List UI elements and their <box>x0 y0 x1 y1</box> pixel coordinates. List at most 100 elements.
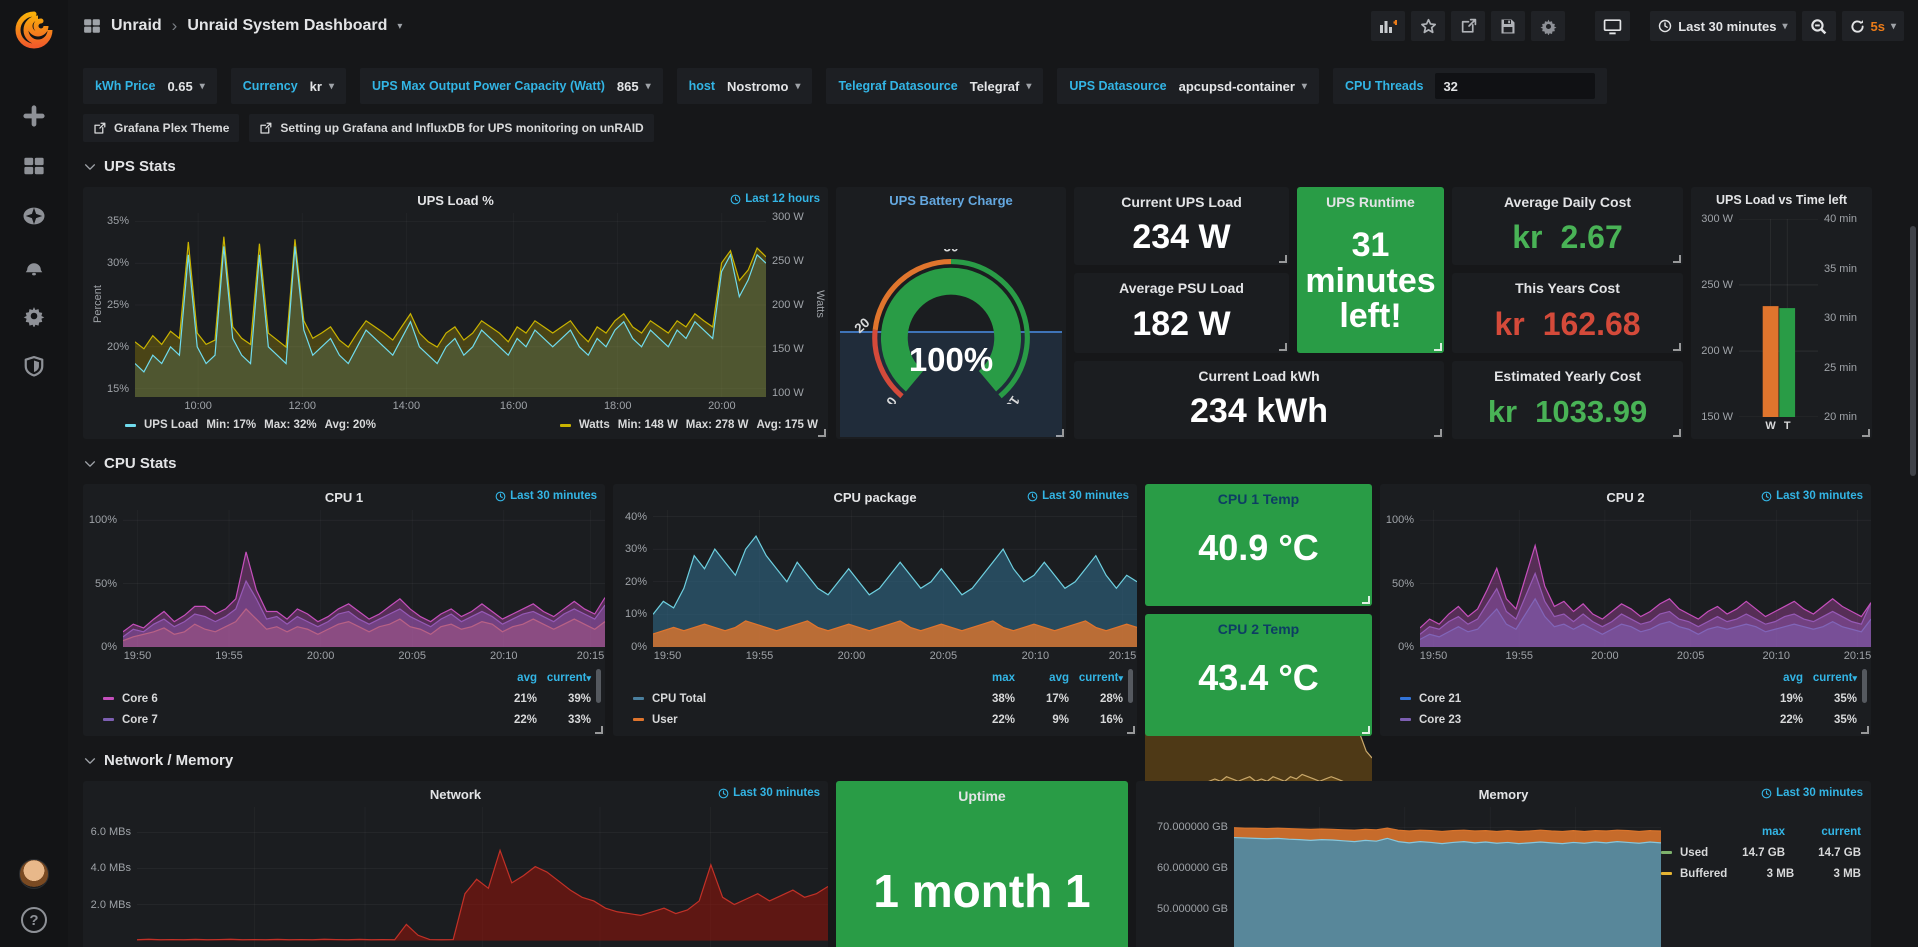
grafana-logo-icon[interactable] <box>12 8 56 52</box>
share-button[interactable] <box>1451 11 1485 41</box>
axis-tick: 20:05 <box>930 650 958 662</box>
axis-tick: 300 W <box>772 211 804 223</box>
panel-time-label[interactable]: Last 30 minutes <box>718 787 820 799</box>
title-caret-icon[interactable] <box>397 21 402 32</box>
panel-current-load-kwh: Current Load kWh 234 kWh <box>1074 361 1444 439</box>
section-ups-stats[interactable]: UPS Stats <box>68 142 1918 183</box>
panel-title[interactable]: Memory <box>1479 787 1529 802</box>
panel-title[interactable]: CPU 2 <box>1606 490 1644 505</box>
chart-area: 6.0 MBs4.0 MBs2.0 MBs <box>83 807 828 947</box>
breadcrumb-app[interactable]: Unraid <box>111 17 162 35</box>
dashboard-title[interactable]: Unraid System Dashboard <box>187 17 387 35</box>
page-scrollbar[interactable] <box>1910 226 1916 476</box>
axis-tick: 60.000000 GB <box>1157 862 1228 874</box>
chevron-down-icon <box>83 754 97 768</box>
panel-title[interactable]: CPU 1 <box>325 490 363 505</box>
panel-title[interactable]: UPS Load vs Time left <box>1716 193 1847 207</box>
axis-tick: 20:00 <box>1591 650 1619 662</box>
axis-tick: 35% <box>107 215 129 227</box>
create-plus-icon[interactable] <box>22 104 46 128</box>
add-panel-button[interactable] <box>1371 11 1405 41</box>
legend-scrollbar[interactable] <box>1862 669 1867 703</box>
axis-tick: 19:50 <box>124 650 152 662</box>
help-icon[interactable]: ? <box>21 907 47 933</box>
panel-time-label[interactable]: Last 30 minutes <box>1027 490 1129 502</box>
panel-title[interactable]: UPS Battery Charge <box>889 193 1013 208</box>
variable-host-value[interactable]: Nostromo <box>727 79 800 94</box>
section-cpu-stats[interactable]: CPU Stats <box>68 439 1918 480</box>
legend-row-core7: Core 7 22%33% <box>103 709 591 730</box>
panel-title[interactable]: CPU package <box>833 490 916 505</box>
zoom-out-button[interactable] <box>1802 11 1836 41</box>
cpu1-legend: avgcurrent Core 6 21%39% Core 7 22%33% <box>83 665 605 736</box>
variable-ups-max-output: UPS Max Output Power Capacity (Watt) 865 <box>360 68 663 104</box>
axis-tick: 100% <box>1386 514 1414 526</box>
stat-value: 1 month 1 <box>873 864 1090 918</box>
panel-time-label[interactable]: Last 30 minutes <box>495 490 597 502</box>
axis-tick: 6.0 MBs4.0 MBs2.0 MBs <box>83 807 137 947</box>
legend-scrollbar[interactable] <box>1128 669 1133 703</box>
cost-stat-column: Average Daily Cost kr2.67 This Years Cos… <box>1452 187 1683 439</box>
legend-row-core6: Core 6 21%39% <box>103 688 591 709</box>
cpu2-chart: 100%50%0%19:5019:5520:0020:0520:1020:15 <box>1380 510 1871 665</box>
link-grafana-plex-theme[interactable]: Grafana Plex Theme <box>83 114 239 142</box>
legend-swatch <box>125 424 136 427</box>
panel-time-label[interactable]: Last 30 minutes <box>1761 787 1863 799</box>
link-label: Setting up Grafana and InfluxDB for UPS … <box>280 121 643 135</box>
y-axis-title-right: Watts <box>814 290 826 318</box>
variable-ups-max-output-value[interactable]: 865 <box>617 79 651 94</box>
variable-currency-value[interactable]: kr <box>310 79 334 94</box>
panel-ups-runtime: UPS Runtime 31 minutes left! <box>1297 187 1444 353</box>
variable-cpu-threads: CPU Threads 32 <box>1333 68 1608 104</box>
axis-tick: 4.0 MBs <box>91 862 131 874</box>
axis-tick: 0% <box>101 641 117 653</box>
time-range-picker[interactable]: Last 30 minutes <box>1650 11 1795 41</box>
cpu-threads-input[interactable]: 32 <box>1435 73 1595 99</box>
panel-average-daily-cost: Average Daily Cost kr2.67 <box>1452 187 1683 265</box>
refresh-picker[interactable]: 5s <box>1842 11 1905 41</box>
variable-telegraf-datasource-value[interactable]: Telegraf <box>970 79 1032 94</box>
user-avatar[interactable] <box>19 859 49 889</box>
save-button[interactable] <box>1491 11 1525 41</box>
server-admin-shield-icon[interactable] <box>22 354 46 378</box>
panel-title[interactable]: UPS Load % <box>417 193 494 208</box>
cycle-view-tv-button[interactable] <box>1595 11 1630 41</box>
alerting-bell-icon[interactable] <box>22 254 46 278</box>
clock-icon <box>1027 491 1038 502</box>
axis-tick: 19:55 <box>1505 650 1533 662</box>
chevron-down-icon <box>83 457 97 471</box>
battery-gauge: 02050100100% <box>836 213 1066 439</box>
axis-tick: 20:05 <box>398 650 426 662</box>
variable-kwh-price-value[interactable]: 0.65 <box>167 79 204 94</box>
axis-tick: 10:00 <box>184 400 212 412</box>
section-network-memory[interactable]: Network / Memory <box>68 736 1918 777</box>
panel-time-label[interactable]: Last 12 hours <box>730 193 820 205</box>
axis-tick: 10:0012:0014:0016:0018:0020:00 <box>135 397 766 415</box>
axis-tick <box>1739 219 1818 417</box>
dashboard-settings-button[interactable] <box>1531 11 1565 41</box>
axis-tick: 30% <box>625 543 647 555</box>
chart-area: 100%50%0% <box>83 510 605 647</box>
star-button[interactable] <box>1411 11 1445 41</box>
axis-tick: 6.0 MBs <box>91 826 131 838</box>
legend-watts[interactable]: Watts Min: 148 W Max: 278 W Avg: 175 W <box>560 419 818 431</box>
dashboard-grid-icon[interactable] <box>83 17 101 35</box>
axis-tick: 30% <box>107 257 129 269</box>
legend-scrollbar[interactable] <box>596 669 601 703</box>
axis-tick: 20:10 <box>1763 650 1791 662</box>
panel-time-label[interactable]: Last 30 minutes <box>1761 490 1863 502</box>
dashboards-icon[interactable] <box>22 154 46 178</box>
link-label: Grafana Plex Theme <box>114 121 229 135</box>
axis-tick: 0% <box>631 641 647 653</box>
axis-tick: 300 W250 W200 W150 W <box>1693 219 1739 417</box>
configuration-gear-icon[interactable] <box>22 304 46 328</box>
clock-icon <box>1761 788 1772 799</box>
link-ups-monitoring-guide[interactable]: Setting up Grafana and InfluxDB for UPS … <box>249 114 653 142</box>
panel-title[interactable]: Network <box>430 787 481 802</box>
legend-ups-load[interactable]: UPS Load Min: 17% Max: 32% Avg: 20% <box>125 419 376 431</box>
axis-tick: 20:10 <box>1022 650 1050 662</box>
legend-swatch <box>560 424 571 427</box>
variable-ups-datasource-value[interactable]: apcupsd-container <box>1179 79 1307 94</box>
axis-tick: 300 W250 W200 W150 W40 min35 min30 min25… <box>1693 219 1870 417</box>
explore-compass-icon[interactable] <box>22 204 46 228</box>
